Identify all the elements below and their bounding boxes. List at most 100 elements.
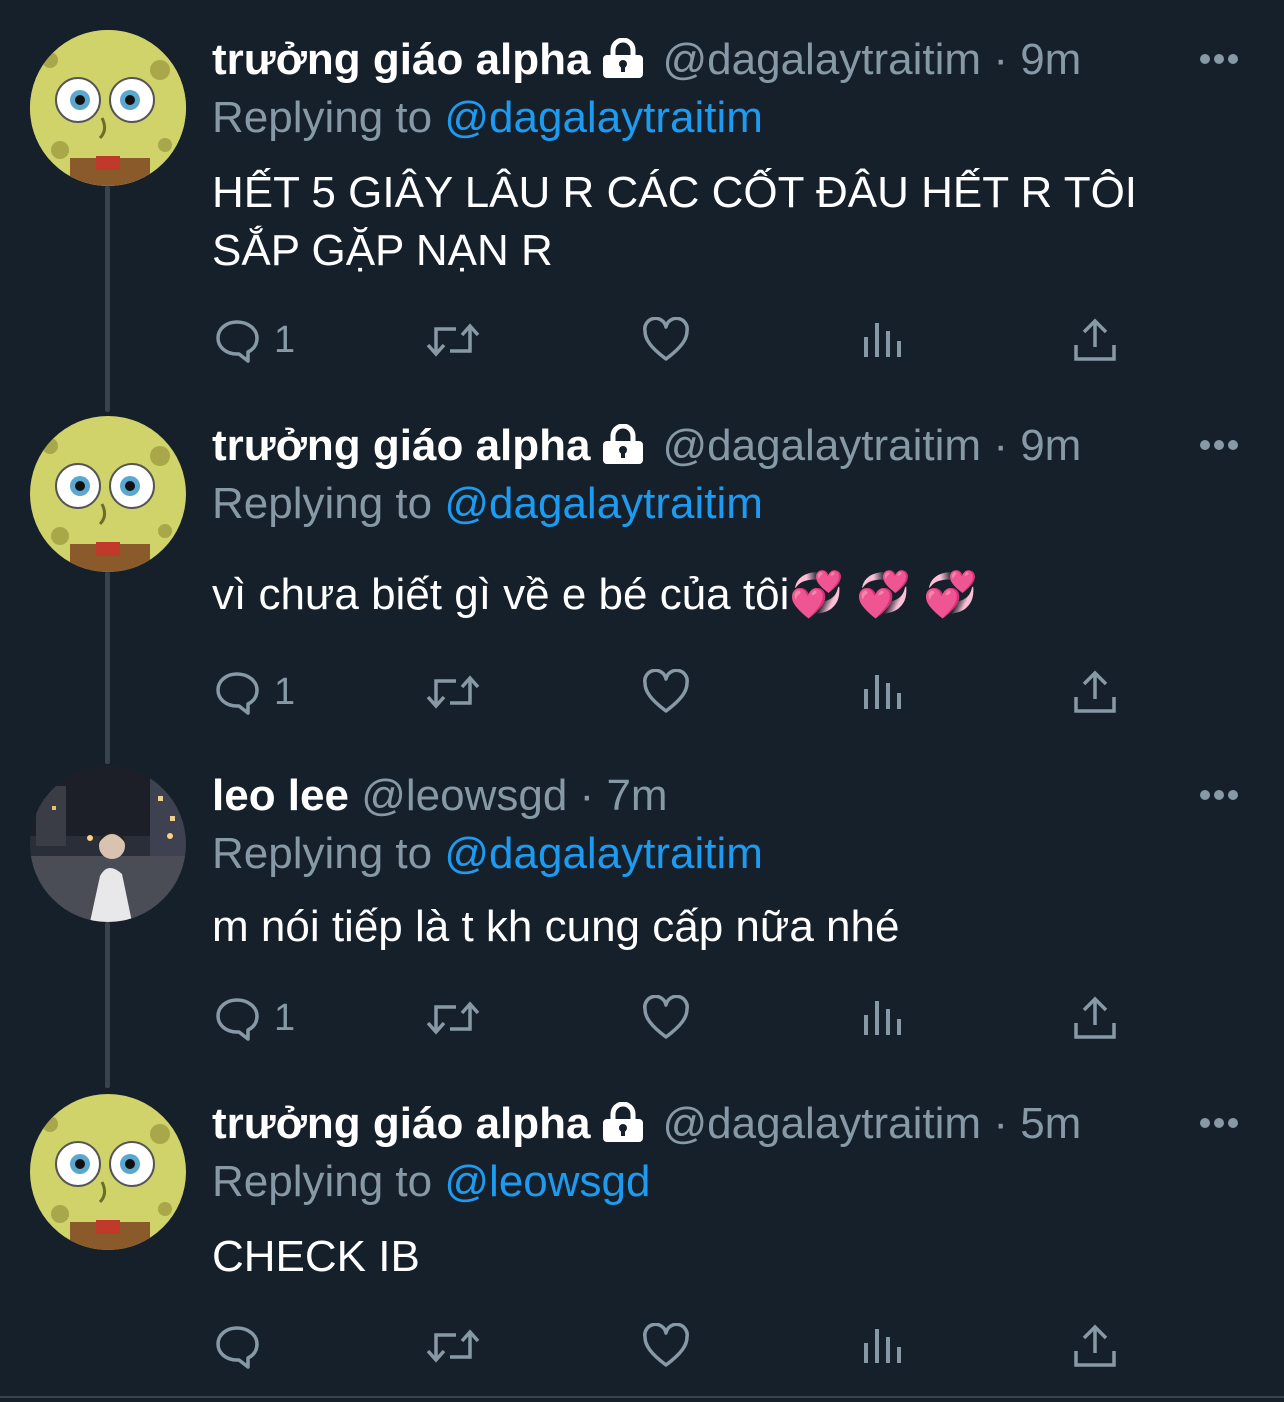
analytics-button[interactable] (860, 1316, 904, 1376)
retweet-button[interactable] (426, 988, 480, 1048)
display-name[interactable]: trưởng giáo alpha (212, 1099, 591, 1148)
more-options-icon[interactable] (1198, 438, 1240, 452)
tweet-actions (0, 1316, 1284, 1376)
tweet[interactable]: trưởng giáo alpha @dagalaytraitim · 9m Re… (0, 30, 1284, 380)
share-icon (1074, 996, 1116, 1039)
reply-button[interactable]: 1 (214, 988, 295, 1048)
timestamp[interactable]: 9m (1020, 35, 1081, 84)
spongebob-avatar-icon (30, 1094, 186, 1250)
tweet-text: CHECK IB (212, 1232, 420, 1281)
tweet[interactable]: trưởng giáo alpha @dagalaytraitim · 9m Re… (0, 416, 1284, 746)
avatar[interactable] (30, 416, 186, 572)
reply-button[interactable]: 1 (214, 310, 295, 370)
share-button[interactable] (1072, 310, 1118, 370)
timestamp[interactable]: 5m (1020, 1099, 1081, 1148)
reply-button[interactable]: 1 (214, 662, 295, 722)
analytics-button[interactable] (860, 310, 904, 370)
tweet[interactable]: trưởng giáo alpha @dagalaytraitim · 5m Re… (0, 1094, 1284, 1394)
timestamp[interactable]: 9m (1020, 421, 1081, 470)
analytics-icon (864, 1329, 901, 1363)
user-handle[interactable]: @dagalaytraitim (663, 35, 982, 84)
lock-icon (601, 420, 645, 480)
photo-avatar-icon (30, 766, 186, 922)
like-button[interactable] (642, 662, 690, 722)
tweet-header: leo lee @leowsgd · 7m (212, 766, 668, 826)
like-button[interactable] (642, 1316, 690, 1376)
reply-count: 1 (274, 670, 296, 713)
separator-dot: · (993, 1099, 1008, 1148)
mention-link[interactable]: @dagalaytraitim (444, 93, 763, 142)
tweet-header: trưởng giáo alpha @dagalaytraitim · 5m (212, 1094, 1081, 1154)
spongebob-avatar-icon (30, 416, 186, 572)
separator-dot: · (579, 771, 595, 820)
heart-icon (643, 995, 689, 1039)
avatar[interactable] (30, 1094, 186, 1250)
retweet-icon (426, 675, 480, 709)
reply-icon (216, 320, 259, 363)
user-handle[interactable]: @dagalaytraitim (663, 421, 982, 470)
analytics-button[interactable] (860, 988, 904, 1048)
tweet-text: HẾT 5 GIÂY LÂU R CÁC CỐT ĐÂU HẾT R TÔI S… (212, 168, 1138, 275)
retweet-button[interactable] (426, 662, 480, 722)
retweet-icon (426, 1329, 480, 1363)
share-button[interactable] (1072, 1316, 1118, 1376)
share-button[interactable] (1072, 662, 1118, 722)
tweet-text: m nói tiếp là t kh cung cấp nữa nhé (212, 902, 900, 951)
user-handle[interactable]: @leowsgd (361, 771, 567, 820)
tweet-actions: 1 (0, 988, 1284, 1048)
display-name[interactable]: trưởng giáo alpha (212, 421, 591, 470)
reply-count: 1 (274, 318, 296, 361)
divider (0, 1396, 1284, 1398)
reply-button[interactable] (214, 1316, 274, 1376)
analytics-icon (864, 1001, 901, 1035)
share-icon (1074, 318, 1116, 361)
lock-icon (601, 34, 645, 94)
avatar[interactable] (30, 30, 186, 186)
avatar[interactable] (30, 766, 186, 922)
reply-icon (216, 998, 259, 1041)
display-name[interactable]: leo lee (212, 771, 349, 820)
mention-link[interactable]: @leowsgd (444, 1157, 650, 1206)
spongebob-avatar-icon (30, 30, 186, 186)
share-icon (1074, 1324, 1116, 1367)
heart-icon (643, 317, 689, 361)
reply-icon (216, 672, 259, 715)
replying-to: Replying to @dagalaytraitim (212, 474, 763, 534)
share-button[interactable] (1072, 988, 1118, 1048)
tweet[interactable]: leo lee @leowsgd · 7m Replying to @dagal… (0, 766, 1284, 1066)
like-button[interactable] (642, 310, 690, 370)
retweet-button[interactable] (426, 310, 480, 370)
analytics-icon (864, 675, 901, 709)
share-icon (1074, 670, 1116, 713)
replying-to: Replying to @leowsgd (212, 1152, 650, 1212)
heart-icon (643, 1323, 689, 1367)
analytics-icon (864, 323, 901, 357)
like-button[interactable] (642, 988, 690, 1048)
tweet-header: trưởng giáo alpha @dagalaytraitim · 9m (212, 416, 1081, 476)
tweet-text: vì chưa biết gì về e bé của tôi💞 💞 💞 (212, 570, 979, 619)
reply-icon (216, 1326, 259, 1369)
more-options-icon[interactable] (1198, 788, 1240, 802)
timestamp[interactable]: 7m (606, 771, 667, 820)
lock-icon (601, 1098, 645, 1158)
replying-to: Replying to @dagalaytraitim (212, 88, 763, 148)
more-options-icon[interactable] (1198, 52, 1240, 66)
tweet-actions: 1 (0, 662, 1284, 722)
user-handle[interactable]: @dagalaytraitim (663, 1099, 982, 1148)
replying-label: Replying to (212, 479, 433, 528)
analytics-button[interactable] (860, 662, 904, 722)
separator-dot: · (993, 421, 1008, 470)
tweet-actions: 1 (0, 310, 1284, 370)
replying-to: Replying to @dagalaytraitim (212, 824, 763, 884)
replying-label: Replying to (212, 93, 433, 142)
retweet-icon (426, 323, 480, 357)
display-name[interactable]: trưởng giáo alpha (212, 35, 591, 84)
retweet-button[interactable] (426, 1316, 480, 1376)
replying-label: Replying to (212, 1157, 433, 1206)
replying-label: Replying to (212, 829, 433, 878)
heart-icon (643, 669, 689, 713)
mention-link[interactable]: @dagalaytraitim (444, 479, 763, 528)
more-options-icon[interactable] (1198, 1116, 1240, 1130)
mention-link[interactable]: @dagalaytraitim (444, 829, 763, 878)
retweet-icon (426, 1001, 480, 1035)
